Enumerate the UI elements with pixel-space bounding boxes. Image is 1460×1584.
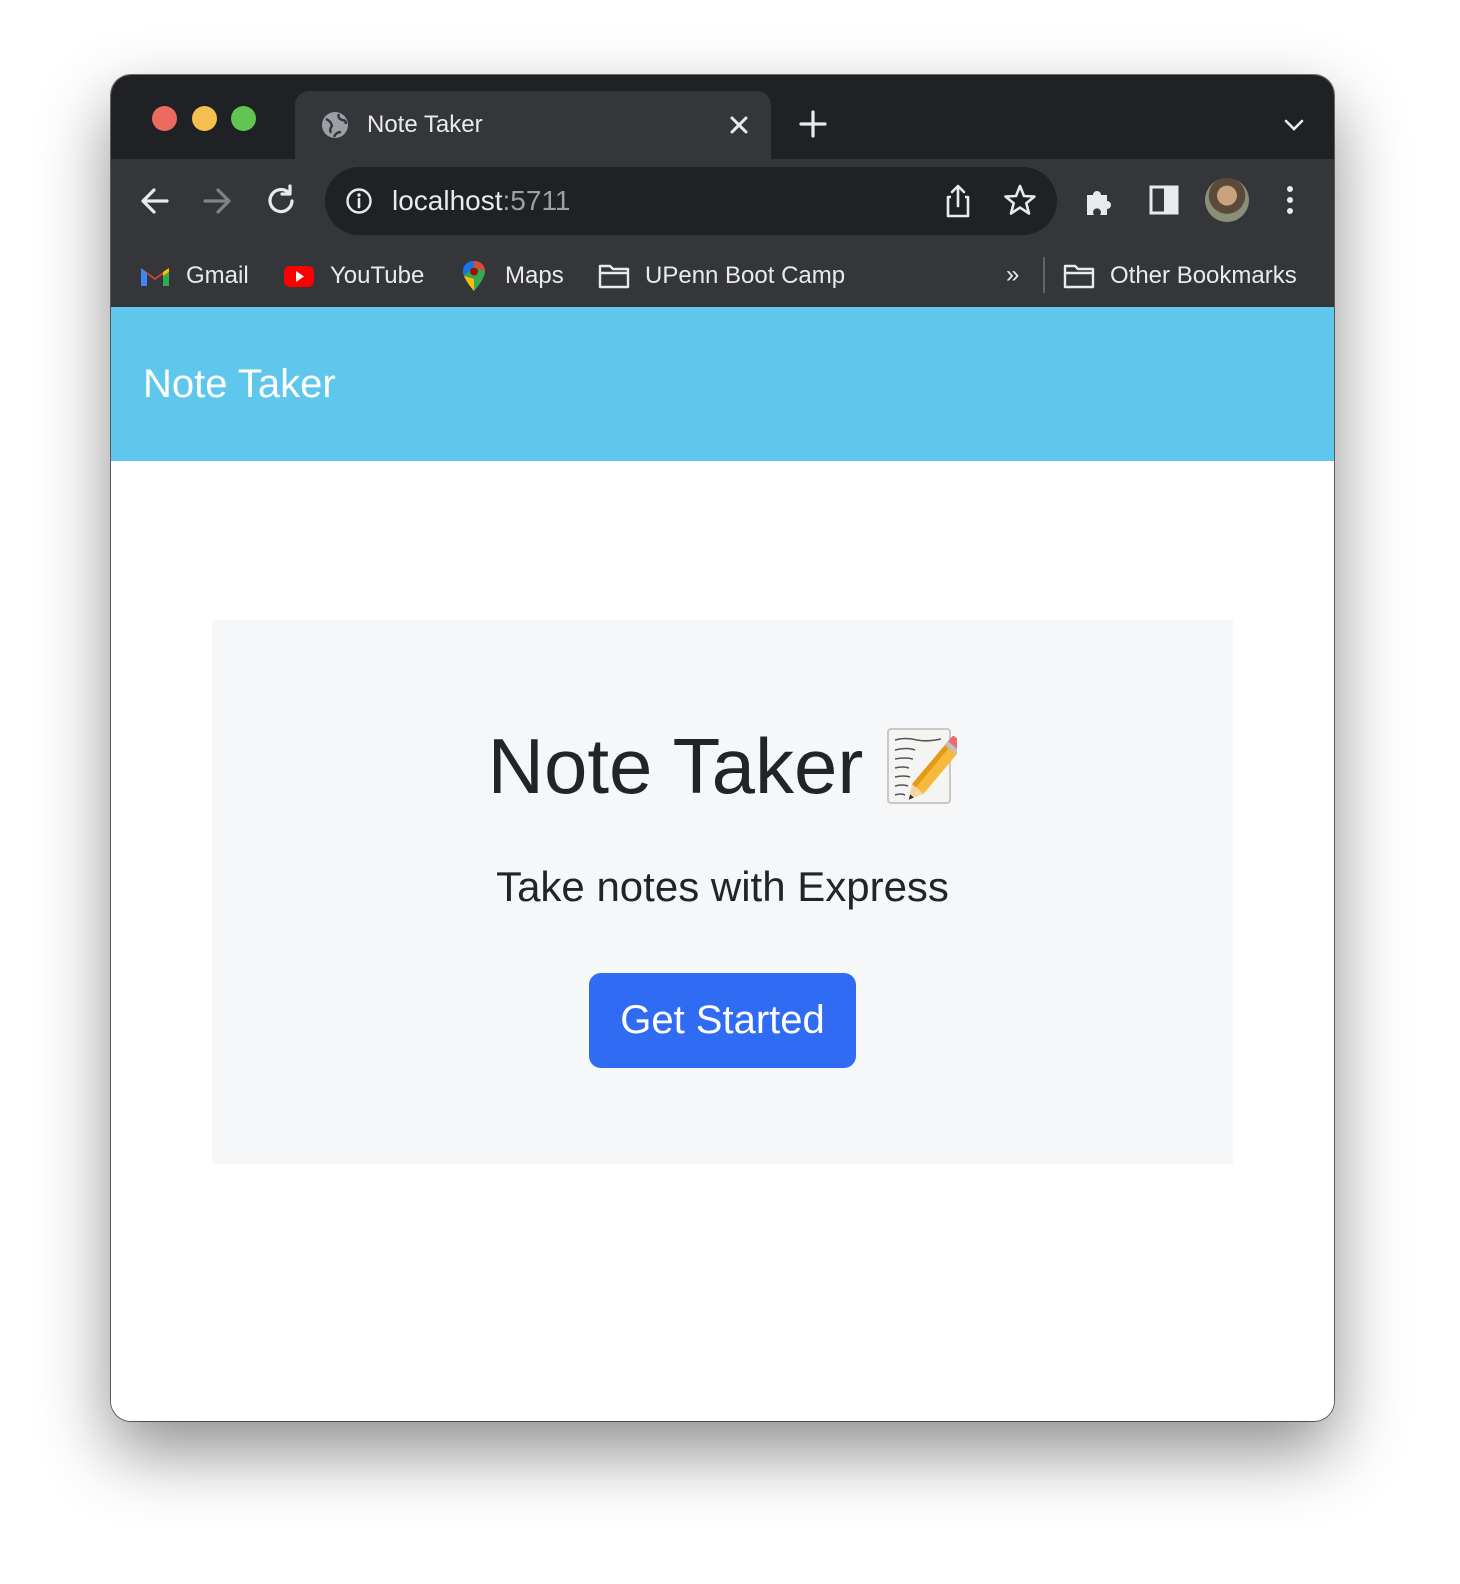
tab-strip: Note Taker xyxy=(111,75,1334,159)
url-text: localhost:5711 xyxy=(392,183,571,219)
hero-title-text: Note Taker xyxy=(487,722,864,810)
bookmark-gmail[interactable]: Gmail xyxy=(138,243,249,309)
globe-icon xyxy=(322,112,348,138)
maximize-window-button[interactable] xyxy=(231,106,256,131)
bookmark-star-icon[interactable] xyxy=(1003,183,1037,217)
share-icon[interactable] xyxy=(942,183,974,219)
reload-icon[interactable] xyxy=(261,181,301,221)
bookmark-youtube[interactable]: YouTube xyxy=(282,243,424,309)
browser-toolbar: localhost:5711 Gmail YouTube Maps UPenn … xyxy=(111,159,1334,309)
hero-jumbotron: Note Taker Take notes with Express Get S… xyxy=(212,620,1233,1164)
bookmark-label: Gmail xyxy=(186,262,249,289)
hero-subtitle: Take notes with Express xyxy=(496,863,949,910)
close-window-button[interactable] xyxy=(152,106,177,131)
back-arrow-icon[interactable] xyxy=(135,181,175,221)
bookmark-upenn-folder[interactable]: UPenn Boot Camp xyxy=(597,243,845,309)
hero-title: Note Taker xyxy=(212,718,1233,814)
profile-avatar[interactable] xyxy=(1205,178,1249,222)
extensions-icon[interactable] xyxy=(1081,181,1119,219)
folder-icon xyxy=(1063,264,1095,289)
bookmark-label: YouTube xyxy=(330,262,425,289)
tab-title: Note Taker xyxy=(367,111,483,138)
close-icon[interactable] xyxy=(725,111,753,139)
chevron-down-icon[interactable] xyxy=(1282,113,1306,137)
minimize-window-button[interactable] xyxy=(192,106,217,131)
maps-icon xyxy=(463,261,485,291)
site-navbar: Note Taker xyxy=(111,307,1334,461)
bookmark-label: UPenn Boot Camp xyxy=(645,262,846,289)
page-content: Note Taker Take notes with Express Get S… xyxy=(111,461,1334,1421)
bookmark-label: Maps xyxy=(505,262,564,289)
youtube-icon xyxy=(284,266,314,287)
forward-arrow-icon[interactable] xyxy=(197,181,237,221)
memo-icon xyxy=(887,728,958,805)
get-started-button[interactable]: Get Started xyxy=(589,973,856,1068)
side-panel-icon[interactable] xyxy=(1145,181,1183,219)
new-tab-button[interactable] xyxy=(797,108,829,140)
browser-window: Note Taker localhost:5711 Gmail YouTube … xyxy=(111,75,1334,1421)
bookmark-label: Other Bookmarks xyxy=(1110,262,1297,289)
bookmarks-divider xyxy=(1043,257,1045,293)
folder-icon xyxy=(598,264,630,289)
navbar-brand[interactable]: Note Taker xyxy=(143,359,336,409)
url-port: :5711 xyxy=(502,185,571,216)
more-menu-icon[interactable] xyxy=(1271,181,1309,219)
other-bookmarks-folder[interactable]: Other Bookmarks xyxy=(1062,243,1297,309)
bookmark-maps[interactable]: Maps xyxy=(457,243,564,309)
tab-note-taker[interactable]: Note Taker xyxy=(295,91,771,159)
url-host: localhost xyxy=(392,185,503,216)
bookmarks-bar: Gmail YouTube Maps UPenn Boot Camp » Oth… xyxy=(111,243,1334,309)
gmail-icon xyxy=(141,268,169,286)
address-bar[interactable]: localhost:5711 xyxy=(325,167,1057,235)
bookmarks-overflow-button[interactable]: » xyxy=(1006,261,1019,289)
info-icon[interactable] xyxy=(345,187,373,215)
